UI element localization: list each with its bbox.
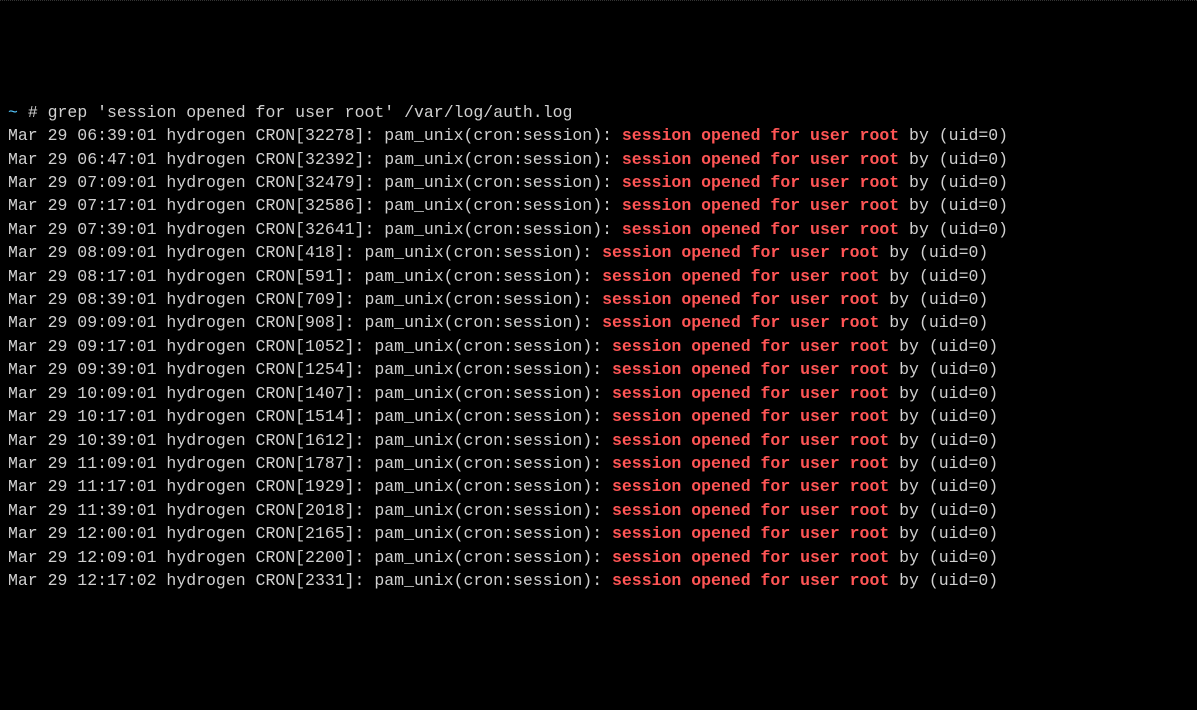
log-suffix: by (uid=0): [899, 196, 1008, 215]
log-suffix: by (uid=0): [889, 524, 998, 543]
grep-match: session opened for user root: [612, 548, 889, 567]
log-suffix: by (uid=0): [889, 360, 998, 379]
log-suffix: by (uid=0): [889, 384, 998, 403]
log-line: Mar 29 12:00:01 hydrogen CRON[2165]: pam…: [8, 522, 1189, 545]
log-prefix: Mar 29 07:17:01 hydrogen CRON[32586]: pa…: [8, 196, 622, 215]
log-prefix: Mar 29 12:00:01 hydrogen CRON[2165]: pam…: [8, 524, 612, 543]
log-line: Mar 29 12:09:01 hydrogen CRON[2200]: pam…: [8, 546, 1189, 569]
log-line: Mar 29 08:17:01 hydrogen CRON[591]: pam_…: [8, 265, 1189, 288]
grep-match: session opened for user root: [602, 267, 879, 286]
log-prefix: Mar 29 11:17:01 hydrogen CRON[1929]: pam…: [8, 477, 612, 496]
grep-match: session opened for user root: [622, 196, 899, 215]
log-suffix: by (uid=0): [889, 407, 998, 426]
log-prefix: Mar 29 12:09:01 hydrogen CRON[2200]: pam…: [8, 548, 612, 567]
log-line: Mar 29 11:39:01 hydrogen CRON[2018]: pam…: [8, 499, 1189, 522]
log-suffix: by (uid=0): [879, 290, 988, 309]
log-prefix: Mar 29 07:09:01 hydrogen CRON[32479]: pa…: [8, 173, 622, 192]
log-prefix: Mar 29 09:39:01 hydrogen CRON[1254]: pam…: [8, 360, 612, 379]
log-suffix: by (uid=0): [889, 431, 998, 450]
grep-match: session opened for user root: [612, 384, 889, 403]
log-line: Mar 29 10:17:01 hydrogen CRON[1514]: pam…: [8, 405, 1189, 428]
grep-match: session opened for user root: [612, 477, 889, 496]
log-prefix: Mar 29 08:39:01 hydrogen CRON[709]: pam_…: [8, 290, 602, 309]
log-prefix: Mar 29 10:17:01 hydrogen CRON[1514]: pam…: [8, 407, 612, 426]
log-line: Mar 29 08:39:01 hydrogen CRON[709]: pam_…: [8, 288, 1189, 311]
log-line: Mar 29 11:17:01 hydrogen CRON[1929]: pam…: [8, 475, 1189, 498]
log-suffix: by (uid=0): [889, 477, 998, 496]
log-suffix: by (uid=0): [899, 173, 1008, 192]
grep-match: session opened for user root: [622, 126, 899, 145]
prompt-hash: #: [28, 103, 38, 122]
log-suffix: by (uid=0): [879, 313, 988, 332]
log-prefix: Mar 29 09:17:01 hydrogen CRON[1052]: pam…: [8, 337, 612, 356]
log-suffix: by (uid=0): [889, 571, 998, 590]
log-prefix: Mar 29 08:17:01 hydrogen CRON[591]: pam_…: [8, 267, 602, 286]
log-line: Mar 29 08:09:01 hydrogen CRON[418]: pam_…: [8, 241, 1189, 264]
log-prefix: Mar 29 11:09:01 hydrogen CRON[1787]: pam…: [8, 454, 612, 473]
log-prefix: Mar 29 10:09:01 hydrogen CRON[1407]: pam…: [8, 384, 612, 403]
log-line: Mar 29 10:09:01 hydrogen CRON[1407]: pam…: [8, 382, 1189, 405]
log-line: Mar 29 06:39:01 hydrogen CRON[32278]: pa…: [8, 124, 1189, 147]
log-line: Mar 29 07:39:01 hydrogen CRON[32641]: pa…: [8, 218, 1189, 241]
terminal-output[interactable]: ~ # grep 'session opened for user root' …: [8, 101, 1189, 593]
log-suffix: by (uid=0): [899, 126, 1008, 145]
grep-match: session opened for user root: [622, 150, 899, 169]
command-text: grep 'session opened for user root' /var…: [48, 103, 573, 122]
log-prefix: Mar 29 09:09:01 hydrogen CRON[908]: pam_…: [8, 313, 602, 332]
log-suffix: by (uid=0): [899, 150, 1008, 169]
log-line: Mar 29 12:17:02 hydrogen CRON[2331]: pam…: [8, 569, 1189, 592]
log-line: Mar 29 09:09:01 hydrogen CRON[908]: pam_…: [8, 311, 1189, 334]
grep-match: session opened for user root: [612, 501, 889, 520]
log-suffix: by (uid=0): [879, 267, 988, 286]
log-line: Mar 29 10:39:01 hydrogen CRON[1612]: pam…: [8, 429, 1189, 452]
log-prefix: Mar 29 06:47:01 hydrogen CRON[32392]: pa…: [8, 150, 622, 169]
grep-match: session opened for user root: [602, 243, 879, 262]
log-suffix: by (uid=0): [899, 220, 1008, 239]
grep-match: session opened for user root: [622, 173, 899, 192]
grep-match: session opened for user root: [612, 407, 889, 426]
grep-match: session opened for user root: [612, 360, 889, 379]
grep-match: session opened for user root: [612, 337, 889, 356]
grep-match: session opened for user root: [602, 313, 879, 332]
grep-match: session opened for user root: [612, 571, 889, 590]
log-prefix: Mar 29 07:39:01 hydrogen CRON[32641]: pa…: [8, 220, 622, 239]
log-suffix: by (uid=0): [889, 337, 998, 356]
log-line: Mar 29 07:17:01 hydrogen CRON[32586]: pa…: [8, 194, 1189, 217]
log-suffix: by (uid=0): [889, 501, 998, 520]
log-line: Mar 29 06:47:01 hydrogen CRON[32392]: pa…: [8, 148, 1189, 171]
prompt-tilde: ~: [8, 103, 18, 122]
log-line: Mar 29 07:09:01 hydrogen CRON[32479]: pa…: [8, 171, 1189, 194]
prompt-line[interactable]: ~ # grep 'session opened for user root' …: [8, 101, 1189, 124]
log-prefix: Mar 29 11:39:01 hydrogen CRON[2018]: pam…: [8, 501, 612, 520]
log-line: Mar 29 09:39:01 hydrogen CRON[1254]: pam…: [8, 358, 1189, 381]
log-prefix: Mar 29 08:09:01 hydrogen CRON[418]: pam_…: [8, 243, 602, 262]
log-prefix: Mar 29 12:17:02 hydrogen CRON[2331]: pam…: [8, 571, 612, 590]
log-suffix: by (uid=0): [879, 243, 988, 262]
grep-match: session opened for user root: [612, 524, 889, 543]
grep-match: session opened for user root: [602, 290, 879, 309]
grep-match: session opened for user root: [612, 431, 889, 450]
log-suffix: by (uid=0): [889, 548, 998, 567]
log-suffix: by (uid=0): [889, 454, 998, 473]
grep-match: session opened for user root: [622, 220, 899, 239]
log-line: Mar 29 09:17:01 hydrogen CRON[1052]: pam…: [8, 335, 1189, 358]
grep-match: session opened for user root: [612, 454, 889, 473]
log-prefix: Mar 29 06:39:01 hydrogen CRON[32278]: pa…: [8, 126, 622, 145]
log-line: Mar 29 11:09:01 hydrogen CRON[1787]: pam…: [8, 452, 1189, 475]
log-prefix: Mar 29 10:39:01 hydrogen CRON[1612]: pam…: [8, 431, 612, 450]
